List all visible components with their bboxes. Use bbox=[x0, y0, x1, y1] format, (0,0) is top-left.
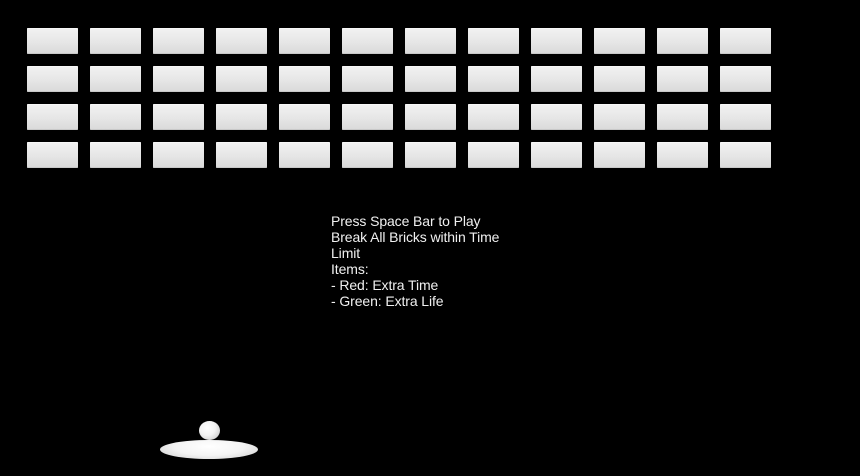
instructions-text: Press Space Bar to Play Break All Bricks… bbox=[331, 213, 531, 309]
brick bbox=[27, 28, 78, 54]
brick bbox=[279, 142, 330, 168]
brick bbox=[90, 104, 141, 130]
brick bbox=[468, 104, 519, 130]
brick bbox=[90, 142, 141, 168]
brick bbox=[216, 104, 267, 130]
brick bbox=[27, 66, 78, 92]
brick bbox=[405, 66, 456, 92]
brick bbox=[27, 142, 78, 168]
brick bbox=[405, 142, 456, 168]
brick bbox=[279, 66, 330, 92]
brick bbox=[216, 142, 267, 168]
brick bbox=[531, 142, 582, 168]
game-canvas[interactable]: Press Space Bar to Play Break All Bricks… bbox=[0, 0, 860, 476]
brick bbox=[216, 66, 267, 92]
brick bbox=[657, 142, 708, 168]
brick bbox=[657, 28, 708, 54]
brick bbox=[657, 104, 708, 130]
instruction-goal-cont: Limit bbox=[331, 245, 361, 261]
instruction-goal: Break All Bricks within Time bbox=[331, 229, 500, 245]
brick-field bbox=[27, 28, 773, 168]
brick bbox=[531, 66, 582, 92]
brick bbox=[594, 142, 645, 168]
brick bbox=[153, 142, 204, 168]
brick bbox=[342, 104, 393, 130]
brick bbox=[594, 66, 645, 92]
ball bbox=[199, 421, 220, 440]
brick bbox=[468, 142, 519, 168]
brick bbox=[531, 28, 582, 54]
brick bbox=[594, 104, 645, 130]
brick bbox=[531, 104, 582, 130]
brick bbox=[153, 104, 204, 130]
instruction-item-red: - Red: Extra Time bbox=[331, 277, 439, 293]
brick bbox=[720, 142, 771, 168]
brick bbox=[657, 66, 708, 92]
brick bbox=[720, 66, 771, 92]
brick bbox=[153, 66, 204, 92]
brick bbox=[405, 28, 456, 54]
brick bbox=[405, 104, 456, 130]
brick bbox=[720, 104, 771, 130]
instruction-press-space: Press Space Bar to Play bbox=[331, 213, 481, 229]
brick bbox=[153, 28, 204, 54]
brick bbox=[279, 104, 330, 130]
paddle[interactable] bbox=[160, 440, 258, 459]
brick bbox=[594, 28, 645, 54]
instruction-items-heading: Items: bbox=[331, 261, 369, 277]
brick bbox=[720, 28, 771, 54]
brick bbox=[216, 28, 267, 54]
brick bbox=[342, 142, 393, 168]
instruction-item-green: - Green: Extra Life bbox=[331, 293, 444, 309]
brick bbox=[468, 28, 519, 54]
brick bbox=[90, 28, 141, 54]
brick bbox=[279, 28, 330, 54]
brick bbox=[468, 66, 519, 92]
brick bbox=[90, 66, 141, 92]
brick bbox=[342, 66, 393, 92]
brick bbox=[27, 104, 78, 130]
brick bbox=[342, 28, 393, 54]
